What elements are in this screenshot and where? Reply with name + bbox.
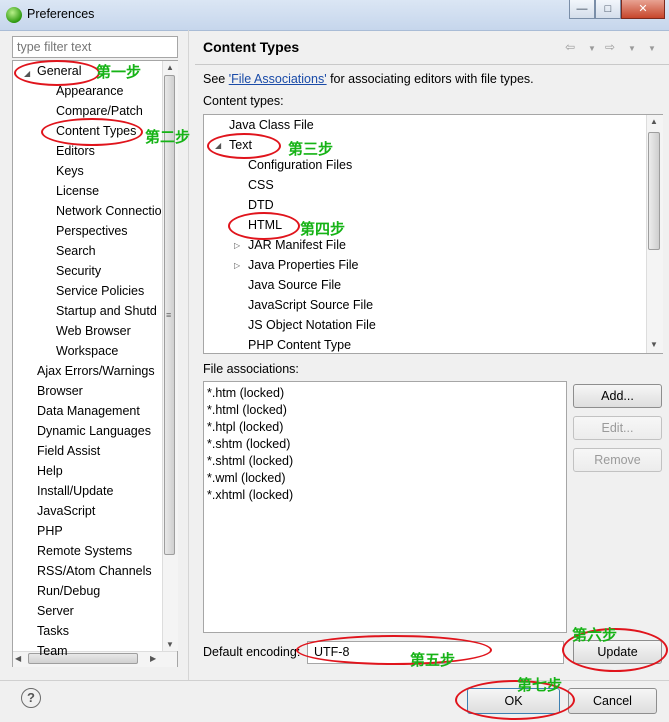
tree-item-compare-patch[interactable]: Compare/Patch: [56, 104, 143, 118]
tree-item-field-assist[interactable]: Field Assist: [37, 444, 100, 458]
annotation-step-7: 第七步: [517, 676, 563, 694]
file-association-item[interactable]: *.html (locked): [207, 403, 287, 417]
tree-item-service-policies[interactable]: Service Policies: [56, 284, 144, 298]
file-association-item[interactable]: *.wml (locked): [207, 471, 286, 485]
content-type-java-source-file[interactable]: Java Source File: [248, 278, 341, 292]
annotation-step-6: 第六步: [572, 626, 618, 644]
tree-item-appearance[interactable]: Appearance: [56, 84, 123, 98]
file-association-item[interactable]: *.xhtml (locked): [207, 488, 293, 502]
tree-item-tasks[interactable]: Tasks: [37, 624, 69, 638]
file-association-item[interactable]: *.htpl (locked): [207, 420, 283, 434]
tree-item-server[interactable]: Server: [37, 604, 74, 618]
view-menu-icon[interactable]: ▼: [648, 44, 656, 53]
tree-item-network-connectio[interactable]: Network Connectio: [56, 204, 162, 218]
file-association-item[interactable]: *.shtml (locked): [207, 454, 293, 468]
annotation-step-1: 第一步: [96, 63, 142, 81]
ct-scroll-up-icon[interactable]: ▲: [650, 117, 658, 126]
content-type-javascript-source-file[interactable]: JavaScript Source File: [248, 298, 373, 312]
edit-button[interactable]: Edit...: [573, 416, 662, 440]
filter-input[interactable]: [12, 36, 178, 58]
content-types-scroll-thumb[interactable]: [648, 132, 660, 250]
tree-item-ajax-errors-warnings[interactable]: Ajax Errors/Warnings: [37, 364, 155, 378]
scroll-right-arrow-icon[interactable]: ▶: [150, 654, 156, 663]
tree-item-search[interactable]: Search: [56, 244, 96, 258]
file-associations-link[interactable]: 'File Associations': [229, 72, 327, 86]
scroll-left-arrow-icon[interactable]: ◀: [15, 654, 21, 663]
forward-icon[interactable]: ⇨: [605, 40, 615, 54]
tree-item-browser[interactable]: Browser: [37, 384, 83, 398]
tree-item-help[interactable]: Help: [37, 464, 63, 478]
tree-item-license[interactable]: License: [56, 184, 99, 198]
content-type-java-properties-file[interactable]: Java Properties File: [248, 258, 358, 272]
content-type-jar-manifest-file[interactable]: JAR Manifest File: [248, 238, 346, 252]
annotation-step-3: 第三步: [288, 140, 334, 158]
back-dropdown-icon[interactable]: ▼: [588, 44, 596, 53]
tree-item-web-browser[interactable]: Web Browser: [56, 324, 131, 338]
annotation-ring-encoding: [296, 635, 492, 665]
content-type-java-class-file[interactable]: Java Class File: [229, 118, 314, 132]
annotation-ring-html: [228, 212, 300, 240]
forward-dropdown-icon[interactable]: ▼: [628, 44, 636, 53]
scroll-grip-icon: ≡: [166, 310, 172, 320]
footer-separator: [0, 680, 669, 681]
back-icon[interactable]: ⇦: [565, 40, 575, 54]
tree-item-rss-atom-channels[interactable]: RSS/Atom Channels: [37, 564, 152, 578]
tree-collapsed-arrow-icon[interactable]: ▷: [234, 241, 240, 250]
tree-item-data-management[interactable]: Data Management: [37, 404, 140, 418]
minimize-icon[interactable]: —: [569, 0, 595, 19]
close-icon[interactable]: ✕: [621, 0, 665, 19]
ct-scroll-down-icon[interactable]: ▼: [650, 340, 658, 349]
tree-item-perspectives[interactable]: Perspectives: [56, 224, 128, 238]
page-title: Content Types: [203, 39, 300, 55]
scroll-down-arrow-icon[interactable]: ▼: [166, 640, 174, 649]
annotation-ring-text: [207, 133, 281, 159]
remove-button[interactable]: Remove: [573, 448, 662, 472]
tree-item-team[interactable]: Team: [37, 644, 68, 658]
cancel-button[interactable]: Cancel: [568, 688, 657, 714]
content-type-configuration-files[interactable]: Configuration Files: [248, 158, 352, 172]
annotation-ring-content-types: [41, 118, 143, 146]
add-button[interactable]: Add...: [573, 384, 662, 408]
default-encoding-label: Default encoding:: [203, 645, 301, 659]
tree-item-startup-and-shutd[interactable]: Startup and Shutd: [56, 304, 157, 318]
tree-item-workspace[interactable]: Workspace: [56, 344, 118, 358]
window-title: Preferences: [27, 7, 95, 21]
description: See 'File Associations' for associating …: [203, 72, 534, 86]
content-types-label: Content types:: [203, 94, 284, 108]
content-type-js-object-notation-file[interactable]: JS Object Notation File: [248, 318, 376, 332]
tree-item-dynamic-languages[interactable]: Dynamic Languages: [37, 424, 151, 438]
tree-item-run-debug[interactable]: Run/Debug: [37, 584, 100, 598]
help-icon[interactable]: ?: [21, 688, 41, 708]
content-type-css[interactable]: CSS: [248, 178, 274, 192]
tree-item-php[interactable]: PHP: [37, 524, 63, 538]
annotation-ring-general: [14, 60, 100, 86]
file-association-item[interactable]: *.shtm (locked): [207, 437, 290, 451]
tree-item-security[interactable]: Security: [56, 264, 101, 278]
annotation-step-5: 第五步: [410, 651, 456, 669]
maximize-icon[interactable]: □: [595, 0, 621, 19]
content-type-php-content-type[interactable]: PHP Content Type: [248, 338, 351, 352]
desc-text-post: for associating editors with file types.: [326, 72, 534, 86]
tree-collapsed-arrow-icon[interactable]: ▷: [234, 261, 240, 270]
desc-text-pre: See: [203, 72, 229, 86]
eclipse-app-icon: [6, 7, 22, 23]
header-separator: [195, 64, 669, 65]
tree-item-install-update[interactable]: Install/Update: [37, 484, 113, 498]
scroll-up-arrow-icon[interactable]: ▲: [166, 63, 174, 72]
annotation-step-4: 第四步: [300, 220, 346, 238]
tree-item-keys[interactable]: Keys: [56, 164, 84, 178]
tree-item-editors[interactable]: Editors: [56, 144, 95, 158]
file-associations-list: [203, 381, 567, 633]
file-associations-label: File associations:: [203, 362, 299, 376]
file-association-item[interactable]: *.htm (locked): [207, 386, 284, 400]
tree-item-javascript[interactable]: JavaScript: [37, 504, 95, 518]
tree-item-remote-systems[interactable]: Remote Systems: [37, 544, 132, 558]
content-type-dtd[interactable]: DTD: [248, 198, 274, 212]
annotation-step-2: 第二步: [145, 128, 191, 146]
